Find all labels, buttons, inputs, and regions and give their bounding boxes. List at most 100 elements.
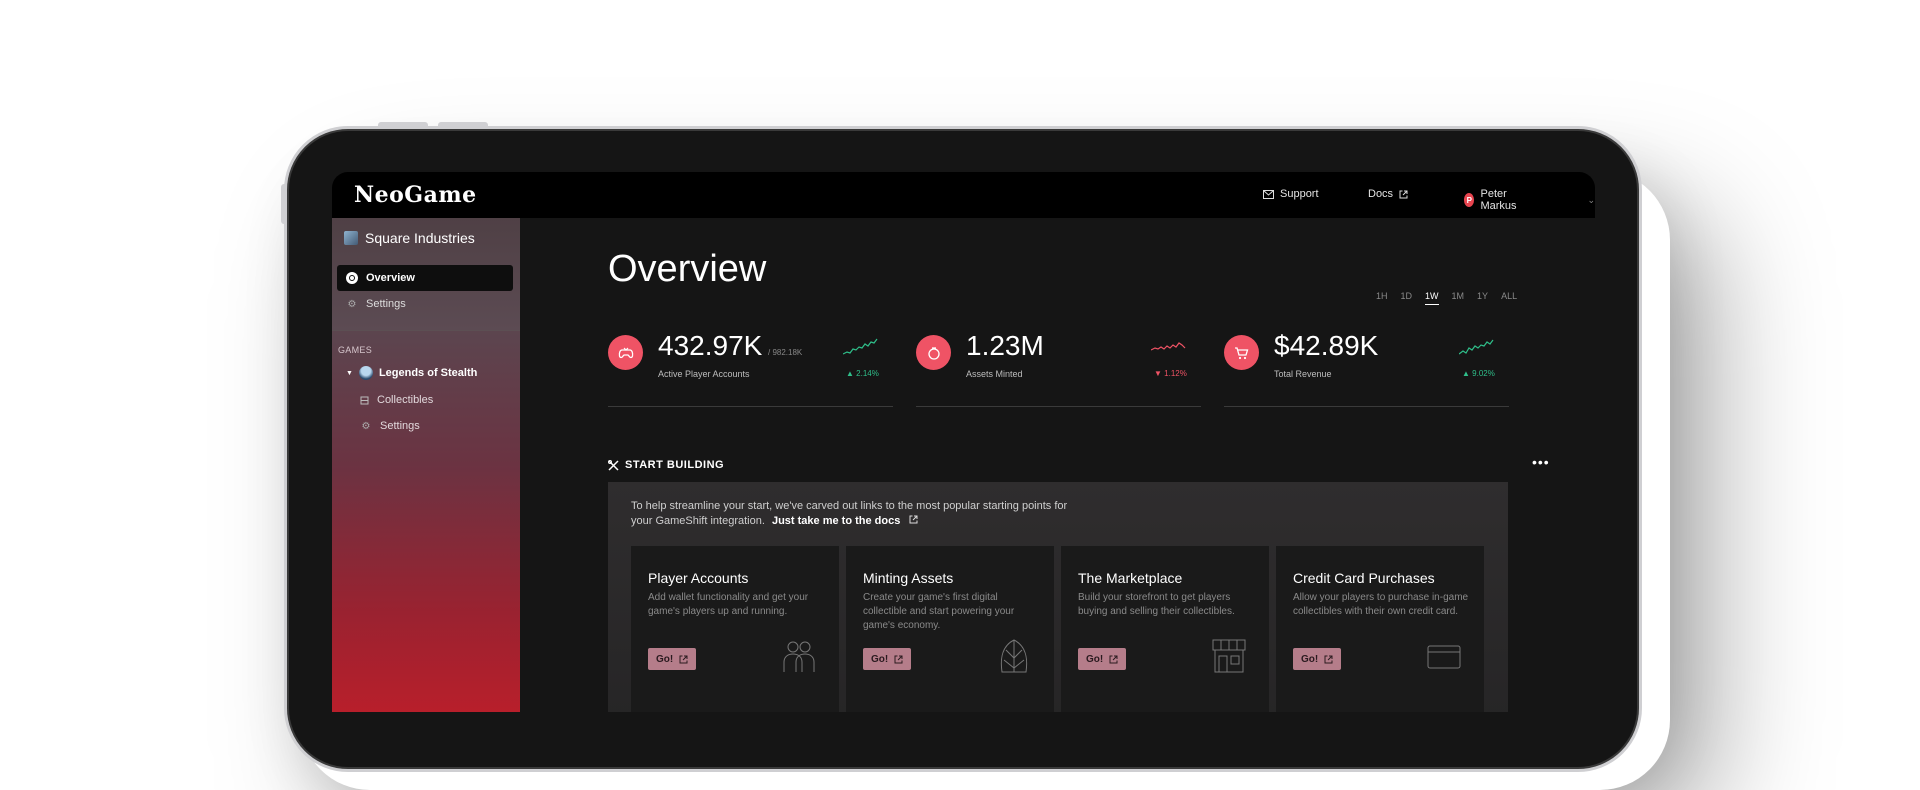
org-switcher[interactable]: Square Industries [344, 230, 475, 246]
section-title: START BUILDING [625, 459, 725, 471]
leaf-icon [1000, 639, 1028, 673]
sidebar-header: Square Industries Overview ⚙ Settings [332, 218, 520, 331]
card-title: The Marketplace [1078, 570, 1183, 586]
subitem-label: Collectibles [377, 394, 434, 406]
chevron-down-icon: ⌄ [1587, 194, 1595, 205]
external-link-icon [1399, 190, 1408, 198]
card-player-accounts: Player Accounts Add wallet functionality… [631, 546, 839, 712]
card-title: Minting Assets [863, 570, 954, 586]
docs-link-label: Just take me to the docs [771, 515, 901, 527]
game-item-legends-of-stealth[interactable]: ▼ Legends of Stealth [346, 366, 477, 380]
support-label: Support [1280, 188, 1319, 200]
arrow-down-icon: ▼ [1154, 369, 1162, 378]
range-1h[interactable]: 1H [1376, 291, 1388, 305]
sidebar-item-label: Settings [366, 298, 406, 310]
overview-icon [346, 272, 358, 284]
caret-down-icon: ▼ [346, 369, 353, 377]
docs-shortcut-link[interactable]: Just take me to the docs [772, 515, 918, 527]
stat-delta: ▲ 9.02% [1462, 369, 1495, 378]
range-all[interactable]: ALL [1501, 291, 1517, 305]
go-button[interactable]: Go! [1293, 648, 1342, 670]
games-section-label: GAMES [338, 345, 373, 355]
arrow-up-icon: ▲ [1462, 369, 1470, 378]
external-link-icon [1109, 655, 1118, 663]
more-options-icon[interactable]: ••• [1532, 454, 1550, 470]
button-label: Go! [656, 653, 674, 665]
gear-icon: ⚙ [361, 420, 371, 432]
page-title: Overview [608, 248, 767, 290]
sparkline-up [843, 338, 878, 355]
sidebar-item-settings[interactable]: ⚙ Settings [337, 291, 513, 317]
credit-card-icon [1427, 645, 1461, 669]
docs-link[interactable]: Docs [1368, 188, 1408, 200]
range-1y[interactable]: 1Y [1477, 291, 1488, 305]
support-link[interactable]: Support [1263, 188, 1319, 200]
card-minting-assets: Minting Assets Create your game's first … [846, 546, 1054, 712]
app-logo[interactable]: NeoGame [354, 182, 477, 208]
start-building-intro: To help streamline your start, we've car… [631, 499, 1091, 529]
user-name: Peter Markus [1480, 188, 1517, 212]
card-credit-card-purchases: Credit Card Purchases Allow your players… [1276, 546, 1484, 712]
top-bar: NeoGame Support Docs P Peter Markus ⌄ [332, 172, 1595, 218]
gear-icon: ⚙ [347, 298, 357, 310]
card-description: Add wallet functionality and get your ga… [648, 592, 809, 617]
controller-icon [608, 335, 643, 370]
stat-value: 432.97K [658, 330, 763, 361]
stat-delta: ▲ 2.14% [846, 369, 879, 378]
game-name: Legends of Stealth [378, 367, 478, 379]
app-screen: NeoGame Support Docs P Peter Markus ⌄ Sq… [332, 172, 1595, 712]
external-link-icon [679, 655, 688, 663]
sidebar-item-overview[interactable]: Overview [337, 265, 513, 291]
go-button[interactable]: Go! [648, 648, 697, 670]
card-description: Create your game's first digital collect… [863, 592, 1015, 631]
game-subitem-settings[interactable]: ⚙ Settings [360, 420, 420, 432]
stat-active-player-accounts: 432.97K / 982.18K Active Player Accounts… [608, 326, 893, 407]
game-avatar [358, 366, 373, 380]
delta-value: 1.12% [1164, 369, 1187, 378]
user-avatar: P [1464, 193, 1475, 207]
external-link-icon [909, 515, 918, 524]
start-building-heading: START BUILDING [608, 459, 724, 471]
sparkline-down [1151, 342, 1186, 351]
subitem-label: Settings [380, 420, 420, 432]
main-content: Overview 1H 1D 1W 1M 1Y ALL 432.97K / 98… [520, 218, 1595, 712]
delta-value: 2.14% [856, 369, 879, 378]
external-link-icon [894, 655, 903, 663]
cart-icon [1224, 335, 1259, 370]
card-the-marketplace: The Marketplace Build your storefront to… [1061, 546, 1269, 712]
go-button[interactable]: Go! [1078, 648, 1127, 670]
card-description: Allow your players to purchase in-game c… [1293, 592, 1469, 617]
card-title: Credit Card Purchases [1293, 570, 1435, 586]
user-menu[interactable]: P Peter Markus ⌄ [1464, 188, 1595, 212]
start-building-panel: To help streamline your start, we've car… [608, 482, 1508, 712]
sparkline-up [1459, 339, 1494, 355]
collectibles-icon [360, 396, 369, 404]
stat-assets-minted: 1.23M Assets Minted ▼ 1.12% [916, 326, 1201, 407]
go-button[interactable]: Go! [863, 648, 912, 670]
stat-label: Total Revenue [1274, 369, 1332, 379]
stat-total-revenue: $42.89K Total Revenue ▲ 9.02% [1224, 326, 1509, 407]
time-range-selector: 1H 1D 1W 1M 1Y ALL [1376, 291, 1517, 305]
card-description: Build your storefront to get players buy… [1078, 592, 1235, 617]
range-1w[interactable]: 1W [1425, 291, 1439, 305]
range-1d[interactable]: 1D [1401, 291, 1413, 305]
card-title: Player Accounts [648, 570, 749, 586]
button-label: Go! [1301, 653, 1319, 665]
sidebar: Square Industries Overview ⚙ Settings GA… [332, 218, 520, 712]
delta-value: 9.02% [1472, 369, 1495, 378]
tools-icon [608, 459, 619, 471]
range-1m[interactable]: 1M [1452, 291, 1465, 305]
docs-label: Docs [1368, 188, 1394, 200]
game-subitem-collectibles[interactable]: Collectibles [360, 394, 433, 406]
arrow-up-icon: ▲ [846, 369, 854, 378]
store-icon [1212, 639, 1246, 673]
button-label: Go! [871, 653, 889, 665]
stat-value: 1.23M [966, 330, 1044, 361]
button-label: Go! [1086, 653, 1104, 665]
sidebar-item-label: Overview [366, 272, 415, 284]
org-name: Square Industries [365, 230, 475, 246]
stat-total: / 982.18K [768, 348, 803, 357]
people-icon [783, 641, 815, 672]
org-logo-icon [344, 231, 358, 245]
mail-icon [1263, 189, 1274, 199]
